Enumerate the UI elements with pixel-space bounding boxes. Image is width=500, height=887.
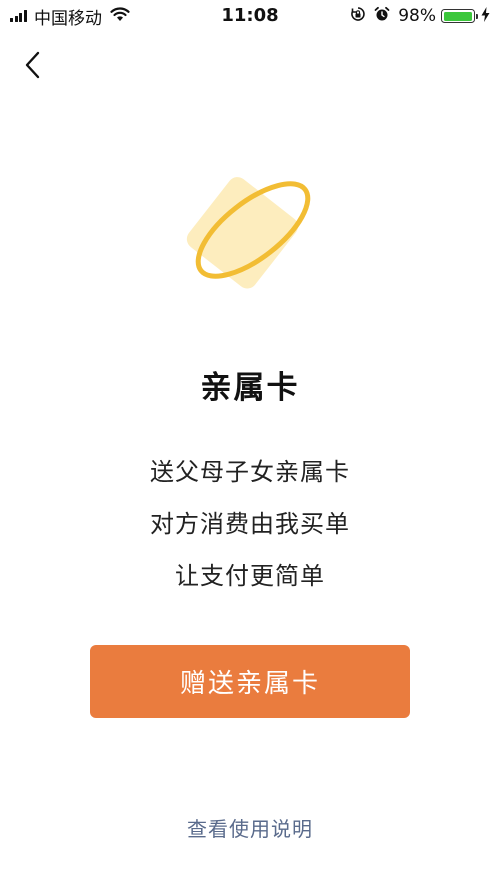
description-line-3: 让支付更简单 xyxy=(175,562,325,590)
card-shape xyxy=(186,177,298,289)
help-link[interactable]: 查看使用说明 xyxy=(0,813,500,842)
battery-level-fill xyxy=(443,11,472,21)
gift-card-button[interactable]: 赠送亲属卡 xyxy=(90,645,410,718)
battery-icon xyxy=(441,9,478,23)
battery-percent: 98% xyxy=(398,6,436,26)
alarm-icon xyxy=(374,6,390,26)
description-line-2: 对方消费由我买单 xyxy=(150,510,350,538)
rotation-lock-icon xyxy=(350,6,366,26)
charging-icon xyxy=(481,6,490,26)
card-orbit-icon xyxy=(165,160,335,314)
description-line-1: 送父母子女亲属卡 xyxy=(150,458,350,486)
status-bar-right: 98% xyxy=(350,6,490,26)
page-title: 亲属卡 xyxy=(200,370,300,406)
back-button[interactable] xyxy=(16,50,50,84)
status-bar: 中国移动 11:08 98% xyxy=(0,0,500,34)
chevron-left-icon xyxy=(24,50,42,84)
